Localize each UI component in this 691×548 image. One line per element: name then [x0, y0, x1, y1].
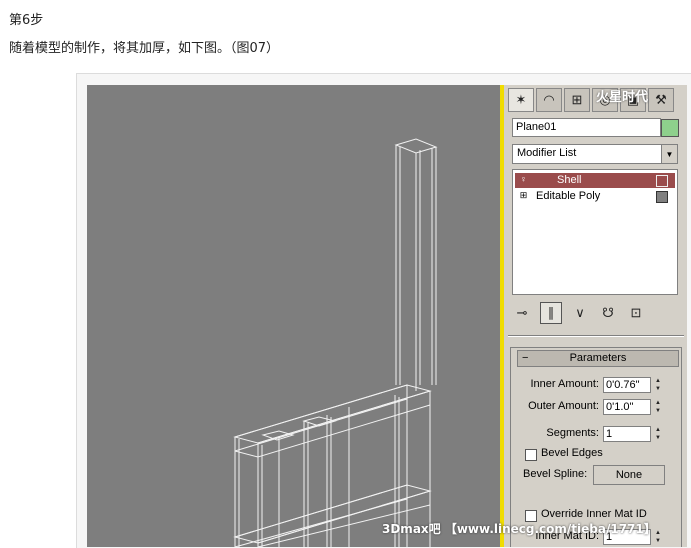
outer-amount-spinner[interactable]: 0'1.0" [603, 399, 651, 415]
post-top [394, 138, 438, 154]
collapse-minus-icon: − [522, 352, 529, 364]
outer-amount-spin-arrows[interactable]: ▲ ▼ [653, 399, 663, 415]
modifier-stack: ♀ Shell ⊞ Editable Poly [512, 169, 678, 295]
lightbulb-icon[interactable]: ♀ [519, 175, 528, 184]
site-logo: 火星时代 [596, 90, 649, 105]
bevel-spline-button[interactable]: None [593, 465, 665, 485]
remove-modifier-icon[interactable]: ☋ [598, 303, 618, 323]
stack-toolbar: ⊸ ∥ ∨ ☋ ⊡ [512, 302, 676, 324]
command-panel: ✶ ◠ ⊞ ◎ ▣ ⚒ Plane01 Modifier List ▼ ♀ Sh… [504, 85, 687, 547]
expand-plus-icon[interactable]: ⊞ [519, 191, 528, 200]
parameters-rollout: − Parameters Inner Amount: 0'0.76" ▲ ▼ Ou… [510, 347, 682, 547]
segments-spinner[interactable]: 1 [603, 426, 651, 442]
override-inner-mat-label: Override Inner Mat ID [541, 508, 647, 520]
bevel-edges-label: Bevel Edges [541, 447, 603, 459]
object-name-field[interactable]: Plane01 [512, 118, 661, 137]
modifier-toggle-box[interactable] [656, 175, 668, 187]
make-unique-icon[interactable]: ∨ [570, 303, 590, 323]
wireframe-model [233, 138, 438, 547]
modifier-list-label: Modifier List [517, 147, 577, 159]
inner-amount-spinner[interactable]: 0'0.76" [603, 377, 651, 393]
modify-tab-icon[interactable]: ◠ [536, 88, 562, 112]
modifier-toggle-box[interactable] [656, 191, 668, 203]
rollout-title: Parameters [569, 352, 627, 364]
segments-spin-arrows[interactable]: ▲ ▼ [653, 426, 663, 442]
watermark-text: 3Dmax吧 【www.linecg.com/tieba/1771】 [382, 522, 656, 536]
bevel-edges-checkbox[interactable] [525, 449, 537, 461]
command-panel-tabs: ✶ ◠ ⊞ ◎ ▣ ⚒ [508, 88, 674, 112]
utilities-tab-icon[interactable]: ⚒ [648, 88, 674, 112]
bevel-spline-label: Bevel Spline: [523, 468, 588, 480]
configure-sets-icon[interactable]: ⊡ [626, 303, 646, 323]
step-heading: 第6步 [9, 13, 44, 28]
create-tab-icon[interactable]: ✶ [508, 88, 534, 112]
object-color-swatch[interactable] [661, 119, 679, 137]
modifier-list-dropdown[interactable]: Modifier List ▼ [512, 144, 678, 164]
stack-item-editable-poly[interactable]: ⊞ Editable Poly [515, 189, 675, 204]
perspective-viewport[interactable] [87, 85, 500, 547]
step-description: 随着模型的制作，将其加厚，如下图。（图07） [9, 41, 280, 56]
inner-amount-spin-arrows[interactable]: ▲ ▼ [653, 377, 663, 393]
outer-amount-label: Outer Amount: [528, 400, 599, 412]
show-end-result-icon[interactable]: ∥ [540, 302, 562, 324]
segments-label: Segments: [546, 427, 599, 439]
pin-stack-icon[interactable]: ⊸ [512, 303, 532, 323]
panel-divider [508, 335, 684, 337]
parameters-rollout-header[interactable]: − Parameters [517, 350, 679, 367]
stack-item-label: Shell [557, 174, 582, 186]
inner-amount-label: Inner Amount: [530, 378, 600, 390]
stack-item-shell[interactable]: ♀ Shell [515, 173, 675, 188]
hierarchy-tab-icon[interactable]: ⊞ [564, 88, 590, 112]
stack-item-label: Editable Poly [536, 190, 601, 202]
chevron-down-icon[interactable]: ▼ [661, 145, 677, 163]
